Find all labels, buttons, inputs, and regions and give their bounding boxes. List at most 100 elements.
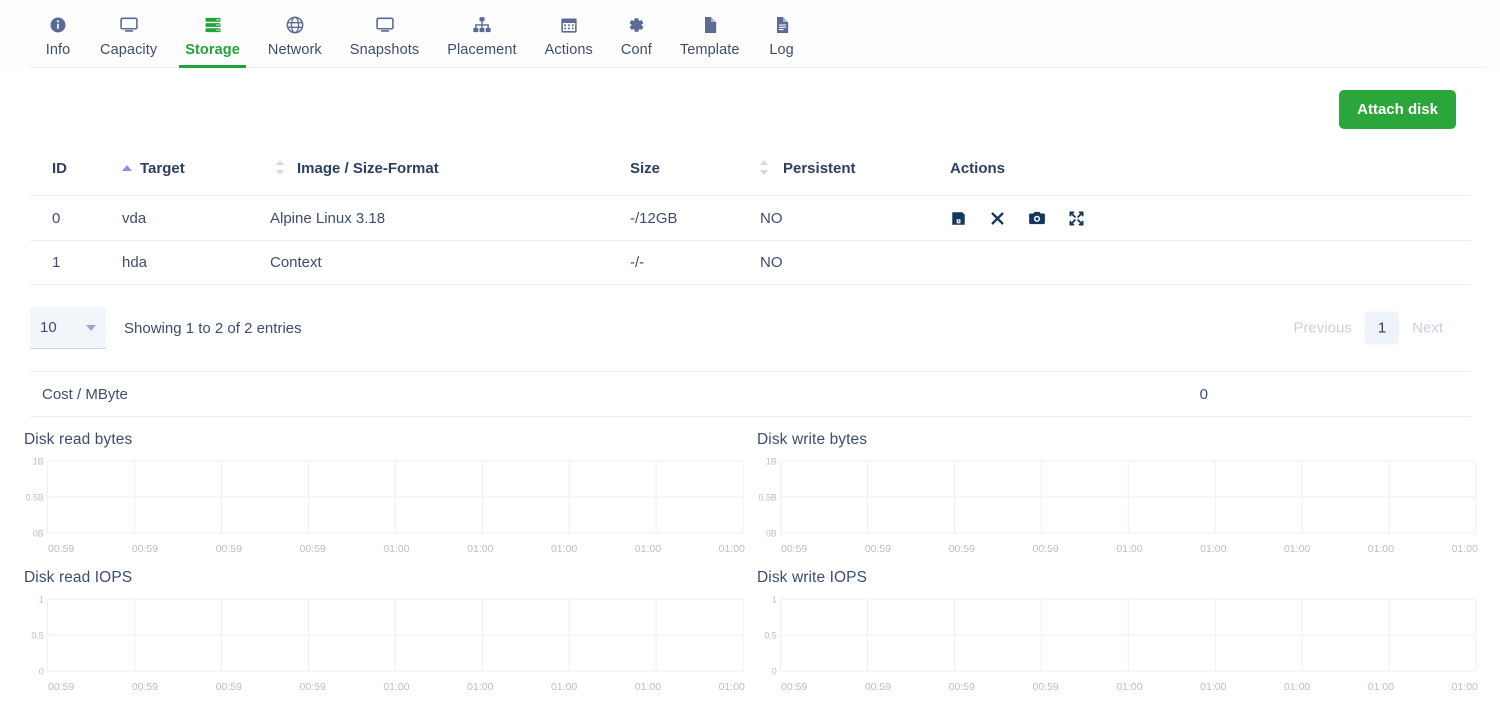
column-header-size-label: Size [630, 160, 661, 177]
x-tick-label: 01:00 [1200, 681, 1227, 693]
column-header-image[interactable]: Image / Size-Format [270, 160, 630, 196]
x-tick-label: 00:59 [948, 543, 975, 555]
chart-title: Disk read bytes [24, 431, 133, 448]
snapshot-icon[interactable] [1028, 209, 1046, 227]
server-stack-icon [203, 14, 223, 36]
svg-text:0.5: 0.5 [31, 630, 43, 640]
sitemap-icon [472, 14, 492, 36]
calendar-icon [559, 14, 579, 36]
disks-table: ID Target Image / Size-Format Size Persi… [30, 160, 1470, 285]
column-header-persistent[interactable]: Persistent [760, 160, 950, 196]
page-length-select[interactable]: 10 [30, 307, 106, 349]
x-tick-label: 00:59 [1032, 543, 1059, 555]
x-tick-label: 00:59 [299, 543, 326, 555]
x-tick-label: 00:59 [215, 681, 242, 693]
column-header-id[interactable]: ID [30, 160, 122, 196]
tab-bar: Info Capacity Storage Network Snapshots Place… [0, 0, 1500, 68]
tab-actions[interactable]: Actions [531, 8, 607, 68]
column-header-target[interactable]: Target [122, 160, 270, 196]
next-page-button[interactable]: Next [1399, 312, 1456, 345]
column-header-actions-label: Actions [950, 160, 1006, 177]
chart-disk-write-iops: Disk write IOPS 0 0.5 1 00:59 00:59 00:59 00:59… [755, 555, 1478, 693]
disks-table-head: ID Target Image / Size-Format Size Persi… [30, 160, 1470, 196]
monitor-icon [119, 14, 139, 36]
svg-text:0B: 0B [33, 528, 44, 538]
svg-text:1: 1 [772, 594, 777, 604]
resize-icon[interactable] [1068, 210, 1085, 227]
tab-conf[interactable]: Conf [607, 8, 666, 68]
svg-text:0B: 0B [766, 528, 777, 538]
x-tick-label: 01:00 [1367, 543, 1395, 555]
tab-label: Log [769, 42, 794, 58]
column-header-target-label: Target [140, 160, 185, 177]
save-icon[interactable] [950, 210, 967, 227]
x-tick-label: 00:59 [781, 543, 808, 555]
x-tick-label: 01:00 [550, 681, 578, 693]
tab-label: Storage [185, 42, 240, 58]
attach-disk-button[interactable]: Attach disk [1339, 90, 1456, 129]
x-tick-label: 01:00 [383, 543, 410, 555]
detach-icon[interactable] [989, 210, 1006, 227]
tab-network[interactable]: Network [254, 8, 336, 68]
tab-template[interactable]: Template [666, 8, 754, 68]
cost-per-mbyte-label: Cost / MByte [42, 385, 128, 403]
page-navigation: Previous 1 Next [1280, 311, 1456, 345]
chart-x-axis: 00:59 00:59 00:59 00:59 01:00 01:00 01:00 01:00… [755, 543, 1478, 555]
x-tick-label: 00:59 [48, 681, 75, 693]
svg-text:0: 0 [772, 666, 777, 676]
x-tick-label: 01:00 [383, 681, 410, 693]
x-tick-label: 01:00 [467, 543, 494, 555]
chart-disk-write-bytes: Disk write bytes 0B 0.5B 1B 00:59 00:59 00:59 0… [755, 417, 1478, 555]
tab-capacity[interactable]: Capacity [86, 8, 171, 68]
tab-snapshots[interactable]: Snapshots [336, 8, 433, 68]
cell-target: hda [122, 240, 270, 285]
x-tick-label: 00:59 [48, 543, 75, 555]
cost-per-mbyte-value: 0 [1199, 385, 1208, 403]
x-tick-label: 00:59 [131, 543, 159, 555]
cell-actions [950, 240, 1470, 285]
tab-log[interactable]: Log [754, 8, 810, 68]
chart-x-axis: 00:59 00:59 00:59 00:59 01:00 01:00 01:00 01:00… [755, 681, 1478, 693]
cell-image: Alpine Linux 3.18 [270, 195, 630, 241]
tab-label: Conf [620, 42, 652, 58]
x-tick-label: 01:00 [1283, 681, 1311, 693]
chart-row-bytes: Disk read bytes 0B 0.5B 1B 00:59 00:59 00:59 00… [22, 417, 1478, 555]
tab-label: Placement [447, 42, 517, 58]
tab-storage[interactable]: Storage [171, 8, 254, 68]
sort-ascending-icon [122, 165, 132, 171]
cost-per-mbyte-row: Cost / MByte 0 [30, 371, 1470, 417]
chart-x-axis: 00:59 00:59 00:59 00:59 01:00 01:00 01:00 01:00… [22, 681, 745, 693]
page-number-1-button[interactable]: 1 [1364, 311, 1400, 345]
chart-disk-read-bytes: Disk read bytes 0B 0.5B 1B 00:59 00:59 00:59 00… [22, 417, 745, 555]
table-row[interactable]: 1 hda Context -/- NO [30, 240, 1470, 285]
column-header-size[interactable]: Size [630, 160, 760, 196]
disk-metrics-charts: Disk read bytes 0B 0.5B 1B 00:59 00:59 00:59 00… [0, 417, 1500, 693]
file-icon [700, 14, 720, 36]
file-lines-icon [772, 14, 792, 36]
x-tick-label: 01:00 [634, 681, 662, 693]
row-action-icons [950, 209, 1470, 227]
x-tick-label: 00:59 [131, 681, 159, 693]
cell-size: -/- [630, 240, 760, 285]
cell-size: -/12GB [630, 195, 760, 241]
tab-placement[interactable]: Placement [433, 8, 530, 68]
chart-title: Disk write IOPS [757, 569, 868, 586]
sort-both-icon [276, 160, 285, 175]
tab-label: Info [45, 42, 71, 58]
monitor-icon [375, 14, 395, 36]
previous-page-button[interactable]: Previous [1280, 312, 1364, 345]
table-row[interactable]: 0 vda Alpine Linux 3.18 -/12GB NO [30, 195, 1470, 241]
x-tick-label: 01:00 [1200, 543, 1227, 555]
x-tick-label: 00:59 [299, 681, 326, 693]
svg-text:0.5B: 0.5B [758, 492, 776, 502]
x-tick-label: 01:00 [467, 681, 494, 693]
chart-plot-area: 0 0.5 1 [22, 593, 745, 679]
sort-both-icon [760, 160, 769, 175]
chart-disk-read-iops: Disk read IOPS 0 0.5 1 00:59 00:59 00:59 00:59 0… [22, 555, 745, 693]
x-tick-label: 01:00 [1283, 543, 1311, 555]
chart-x-axis: 00:59 00:59 00:59 00:59 01:00 01:00 01:00 01:00… [22, 543, 745, 555]
cell-image: Context [270, 240, 630, 285]
svg-text:0: 0 [39, 666, 44, 676]
tab-info[interactable]: Info [30, 8, 86, 68]
svg-text:0.5B: 0.5B [25, 492, 43, 502]
